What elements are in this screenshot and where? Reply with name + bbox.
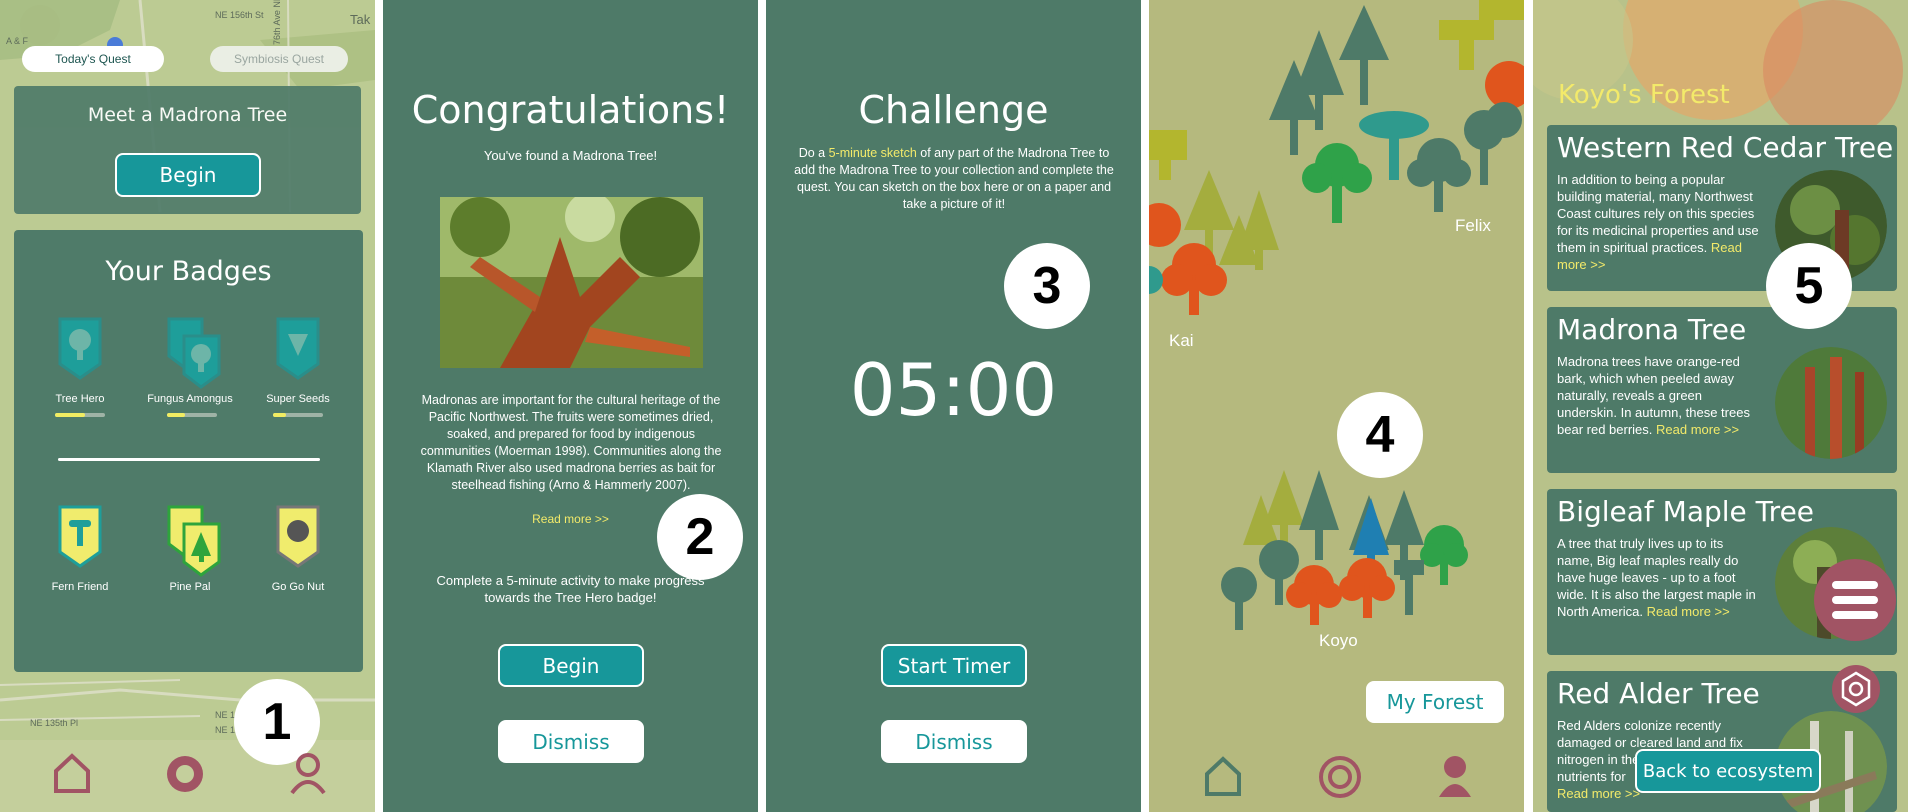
map-label: 76th Ave NE bbox=[272, 0, 282, 45]
menu-icon[interactable] bbox=[1814, 559, 1896, 641]
page-title: Challenge bbox=[858, 88, 1049, 132]
badge-label: Pine Pal bbox=[169, 581, 211, 593]
congratulations-screen: Congratulations! You've found a Madrona … bbox=[383, 0, 758, 812]
card-title: Red Alder Tree bbox=[1557, 677, 1760, 710]
quest-nav-icon[interactable] bbox=[1318, 755, 1362, 799]
felix-name[interactable]: Felix bbox=[1455, 216, 1491, 236]
description-text: Madronas are important for the cultural … bbox=[420, 393, 722, 492]
begin-button[interactable]: Begin bbox=[498, 644, 644, 687]
profile-icon[interactable] bbox=[288, 751, 328, 795]
challenge-screen: Challenge Do a 5-minute sketch of any pa… bbox=[766, 0, 1141, 812]
read-more-link[interactable]: Read more >> bbox=[1647, 604, 1730, 619]
go-go-nut-badge-icon[interactable] bbox=[273, 504, 323, 568]
subtitle: You've found a Madrona Tree! bbox=[483, 148, 658, 163]
page-title: Koyo's Forest bbox=[1558, 80, 1730, 110]
step-number: 3 bbox=[1004, 243, 1090, 329]
fern-friend-badge-icon[interactable] bbox=[55, 504, 105, 568]
badge-label: Super Seeds bbox=[266, 393, 330, 405]
kai-forest bbox=[1149, 130, 1279, 315]
card-title: Western Red Cedar Tree bbox=[1557, 131, 1894, 164]
card-text: In addition to being a popular building … bbox=[1557, 172, 1759, 272]
step-number: 4 bbox=[1337, 392, 1423, 478]
my-forest-button[interactable]: My Forest bbox=[1366, 681, 1504, 723]
tree-hero-badge-icon[interactable] bbox=[55, 316, 105, 380]
card-text: A tree that truly lives up to its name, … bbox=[1557, 536, 1756, 619]
read-more-link[interactable]: Read more >> bbox=[1557, 786, 1640, 801]
divider bbox=[58, 458, 320, 461]
sketch-highlight: 5-minute sketch bbox=[828, 146, 917, 160]
kai-name[interactable]: Kai bbox=[1169, 331, 1194, 351]
challenge-instructions: Do a 5-minute sketch of any part of the … bbox=[794, 146, 1114, 211]
madrona-photo bbox=[1775, 347, 1887, 459]
fungus-amongus-badge-icon[interactable] bbox=[164, 316, 226, 390]
badges-card: Your Badges bbox=[14, 230, 363, 672]
begin-button[interactable]: Begin bbox=[115, 153, 261, 197]
badges-title: Your Badges bbox=[105, 256, 272, 287]
koyo-forest bbox=[1221, 470, 1468, 630]
quest-nav-icon[interactable] bbox=[164, 753, 206, 795]
forest-map-screen: Felix Kai Koyo 4 My Forest bbox=[1149, 0, 1524, 812]
back-to-ecosystem-button[interactable]: Back to ecosystem bbox=[1635, 749, 1821, 793]
timer-display: 05:00 bbox=[849, 348, 1058, 432]
page-title: Congratulations! bbox=[411, 88, 730, 132]
dismiss-button[interactable]: Dismiss bbox=[498, 720, 644, 763]
badge-label: Tree Hero bbox=[55, 393, 105, 405]
profile-icon[interactable] bbox=[1435, 753, 1475, 799]
activity-text: Complete a 5-minute activity to make pro… bbox=[436, 573, 705, 605]
madrona-tree-photo bbox=[440, 197, 703, 368]
badge-progress bbox=[273, 413, 323, 417]
card-title: Madrona Tree bbox=[1557, 313, 1747, 346]
map-label: NE 156th St bbox=[215, 10, 264, 20]
badge-label: Fungus Amongus bbox=[147, 393, 233, 405]
map-label: NE 135th Pl bbox=[30, 718, 79, 728]
dismiss-button[interactable]: Dismiss bbox=[881, 720, 1027, 763]
badge-progress bbox=[55, 413, 105, 417]
step-number: 5 bbox=[1766, 243, 1852, 329]
map-label: A & F bbox=[6, 36, 29, 46]
pine-pal-badge-icon[interactable] bbox=[164, 504, 226, 578]
map-label: Tak bbox=[350, 12, 371, 27]
card-madrona[interactable]: Madrona Tree Madrona trees have orange-r… bbox=[1547, 307, 1897, 473]
badge-progress bbox=[167, 413, 217, 417]
card-title: Bigleaf Maple Tree bbox=[1557, 495, 1815, 528]
quest-map-screen: NE 156th St A & F 76th Ave NE NE 137th S… bbox=[0, 0, 375, 812]
read-more-link[interactable]: Read more >> bbox=[1656, 422, 1739, 437]
koyo-forest-screen: Koyo's Forest Western Red Cedar Tree In … bbox=[1533, 0, 1908, 812]
super-seeds-badge-icon[interactable] bbox=[273, 316, 323, 380]
home-icon[interactable] bbox=[1201, 754, 1245, 798]
badge-label: Fern Friend bbox=[51, 581, 109, 593]
koyo-name[interactable]: Koyo bbox=[1319, 631, 1358, 651]
ecosystem-icon[interactable] bbox=[1832, 665, 1880, 713]
quest-title: Meet a Madrona Tree bbox=[87, 104, 288, 126]
start-timer-button[interactable]: Start Timer bbox=[881, 644, 1027, 687]
tab-todays-quest[interactable]: Today's Quest bbox=[22, 46, 164, 72]
badge-label: Go Go Nut bbox=[271, 581, 325, 593]
step-number: 2 bbox=[657, 494, 743, 580]
tab-symbiosis-quest[interactable]: Symbiosis Quest bbox=[210, 46, 348, 72]
card-text: Madrona trees have orange-red bark, whic… bbox=[1557, 354, 1750, 437]
felix-forest bbox=[1269, 0, 1524, 223]
home-icon[interactable] bbox=[50, 751, 94, 795]
